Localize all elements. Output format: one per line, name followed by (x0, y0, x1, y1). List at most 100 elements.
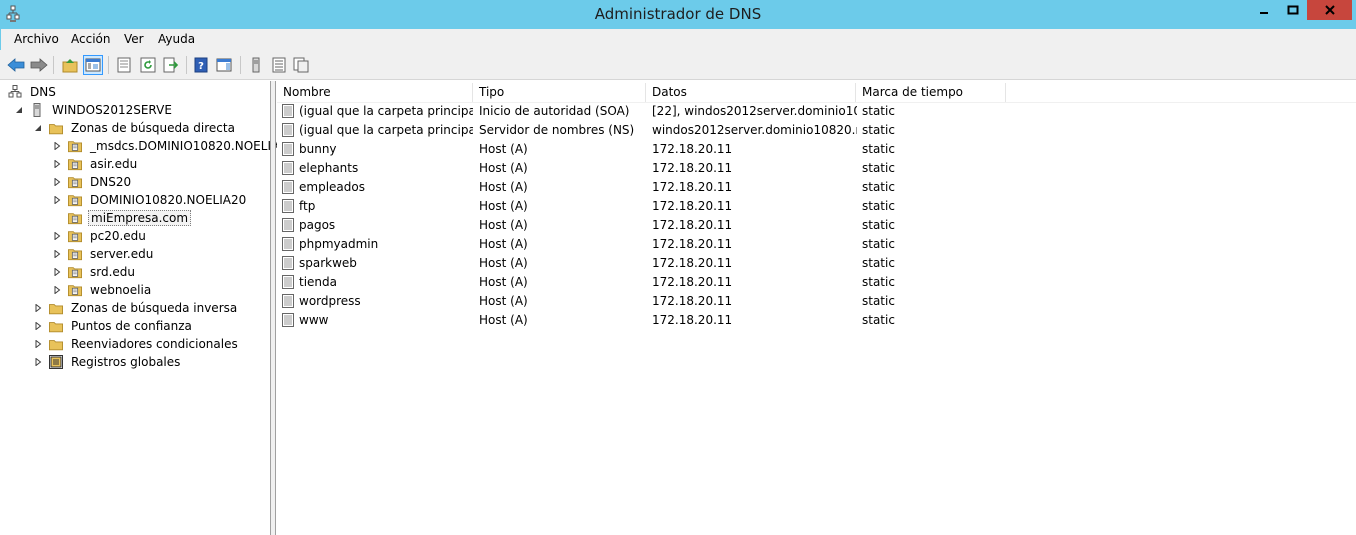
record-name: elephants (299, 161, 359, 175)
expand-icon[interactable] (52, 177, 62, 187)
tree-node-server[interactable]: WINDOS2012SERVE (14, 101, 174, 119)
tree-node-zone[interactable]: server.edu (52, 245, 155, 263)
tree-node-conditional-forwarders[interactable]: Reenviadores condicionales (33, 335, 240, 353)
tree-node-reverse-zones[interactable]: Zonas de búsqueda inversa (33, 299, 239, 317)
folder-icon (49, 121, 63, 135)
tree-node-zone[interactable]: srd.edu (52, 263, 137, 281)
record-timestamp: static (862, 218, 895, 232)
expand-icon[interactable] (52, 285, 62, 295)
record-data: 172.18.20.11 (652, 199, 733, 213)
pane-splitter[interactable] (271, 81, 276, 535)
tree-node-global-records[interactable]: Registros globales (33, 353, 182, 371)
record-timestamp: static (862, 256, 895, 270)
zone-icon (68, 193, 82, 207)
list-button[interactable] (269, 55, 289, 75)
table-row[interactable]: phpmyadmin Host (A) 172.18.20.11 static (277, 235, 1356, 254)
zone-icon (68, 157, 82, 171)
record-data: [22], windos2012server.dominio108... (652, 104, 857, 118)
help-button[interactable]: ? (191, 55, 211, 75)
table-row[interactable]: tienda Host (A) 172.18.20.11 static (277, 273, 1356, 292)
table-row[interactable]: (igual que la carpeta principal) Servido… (277, 121, 1356, 140)
action-pane-button[interactable] (214, 55, 234, 75)
tree-node-zone[interactable]: asir.edu (52, 155, 139, 173)
record-data: 172.18.20.11 (652, 256, 733, 270)
tree-label: srd.edu (90, 265, 136, 279)
zone-icon (68, 139, 82, 153)
collapse-icon[interactable] (33, 123, 43, 133)
menu-accion[interactable]: Acción (71, 32, 110, 46)
console-tree-button[interactable] (83, 55, 103, 75)
expand-icon[interactable] (52, 231, 62, 241)
column-header-marca[interactable]: Marca de tiempo (856, 83, 1006, 102)
menu-ayuda[interactable]: Ayuda (158, 32, 195, 46)
record-type: Host (A) (479, 237, 528, 251)
console-tree-icon (85, 58, 101, 72)
tree-label: DNS (30, 85, 56, 99)
table-row[interactable]: (igual que la carpeta principal) Inicio … (277, 102, 1356, 121)
column-header-tipo[interactable]: Tipo (473, 83, 646, 102)
records-list[interactable]: Nombre Tipo Datos Marca de tiempo (igual… (277, 81, 1356, 535)
tree-node-zone[interactable]: pc20.edu (52, 227, 148, 245)
export-list-button[interactable] (161, 55, 181, 75)
table-row[interactable]: elephants Host (A) 172.18.20.11 static (277, 159, 1356, 178)
tree-node-zone-selected[interactable]: miEmpresa.com (52, 209, 192, 227)
tree-label: DOMINIO10820.NOELIA20 (90, 193, 247, 207)
zone-icon (68, 229, 82, 243)
tree-node-zone[interactable]: webnoelia (52, 281, 153, 299)
expand-icon[interactable] (52, 249, 62, 259)
tree-node-forward-zones[interactable]: Zonas de búsqueda directa (33, 119, 237, 137)
menu-archivo[interactable]: Archivo (14, 32, 59, 46)
record-type: Host (A) (479, 275, 528, 289)
record-type: Host (A) (479, 294, 528, 308)
back-button[interactable] (6, 55, 26, 75)
refresh-button[interactable] (138, 55, 158, 75)
server-button[interactable] (246, 55, 266, 75)
title-bar[interactable]: Administrador de DNS (0, 0, 1356, 29)
table-row[interactable]: empleados Host (A) 172.18.20.11 static (277, 178, 1356, 197)
zone-icon (68, 247, 82, 261)
column-header-datos[interactable]: Datos (646, 83, 856, 102)
record-name: (igual que la carpeta principal) (299, 123, 473, 137)
expand-icon[interactable] (33, 321, 43, 331)
maximize-button[interactable] (1279, 0, 1306, 20)
tree-node-zone[interactable]: _msdcs.DOMINIO10820.NOELIA20 (52, 137, 296, 155)
menu-bar: Archivo Acción Ver Ayuda (0, 29, 1356, 50)
expand-icon[interactable] (52, 159, 62, 169)
record-icon (281, 104, 295, 118)
menu-ver[interactable]: Ver (124, 32, 144, 46)
tree-node-zone[interactable]: DOMINIO10820.NOELIA20 (52, 191, 248, 209)
forward-button[interactable] (29, 55, 49, 75)
table-row[interactable]: bunny Host (A) 172.18.20.11 static (277, 140, 1356, 159)
properties-icon (117, 57, 131, 73)
tree-node-zone[interactable]: DNS20 (52, 173, 133, 191)
minimize-button[interactable] (1250, 0, 1278, 20)
table-row[interactable]: www Host (A) 172.18.20.11 static (277, 311, 1356, 330)
minimize-icon (1260, 12, 1268, 14)
collapse-icon[interactable] (14, 105, 24, 115)
table-row[interactable]: sparkweb Host (A) 172.18.20.11 static (277, 254, 1356, 273)
record-type: Host (A) (479, 161, 528, 175)
table-row[interactable]: wordpress Host (A) 172.18.20.11 static (277, 292, 1356, 311)
expand-icon[interactable] (52, 141, 62, 151)
record-type: Servidor de nombres (NS) (479, 123, 635, 137)
tree-node-dns[interactable]: DNS (8, 83, 58, 101)
properties-button[interactable] (114, 55, 134, 75)
expand-icon[interactable] (33, 357, 43, 367)
expand-icon[interactable] (52, 195, 62, 205)
expand-icon[interactable] (52, 267, 62, 277)
record-type: Inicio de autoridad (SOA) (479, 104, 630, 118)
tree-label: Puntos de confianza (71, 319, 192, 333)
record-icon (281, 180, 295, 194)
copy-icon (293, 57, 309, 73)
record-timestamp: static (862, 142, 895, 156)
table-row[interactable]: pagos Host (A) 172.18.20.11 static (277, 216, 1356, 235)
up-folder-button[interactable] (60, 55, 80, 75)
copy-button[interactable] (291, 55, 311, 75)
expand-icon[interactable] (33, 339, 43, 349)
table-row[interactable]: ftp Host (A) 172.18.20.11 static (277, 197, 1356, 216)
column-header-nombre[interactable]: Nombre (277, 83, 473, 102)
tree-node-trust-points[interactable]: Puntos de confianza (33, 317, 194, 335)
close-button[interactable] (1307, 0, 1352, 20)
expand-icon[interactable] (33, 303, 43, 313)
console-tree[interactable]: DNS WINDOS2012SERVE Zonas de búsqueda di… (0, 81, 294, 535)
